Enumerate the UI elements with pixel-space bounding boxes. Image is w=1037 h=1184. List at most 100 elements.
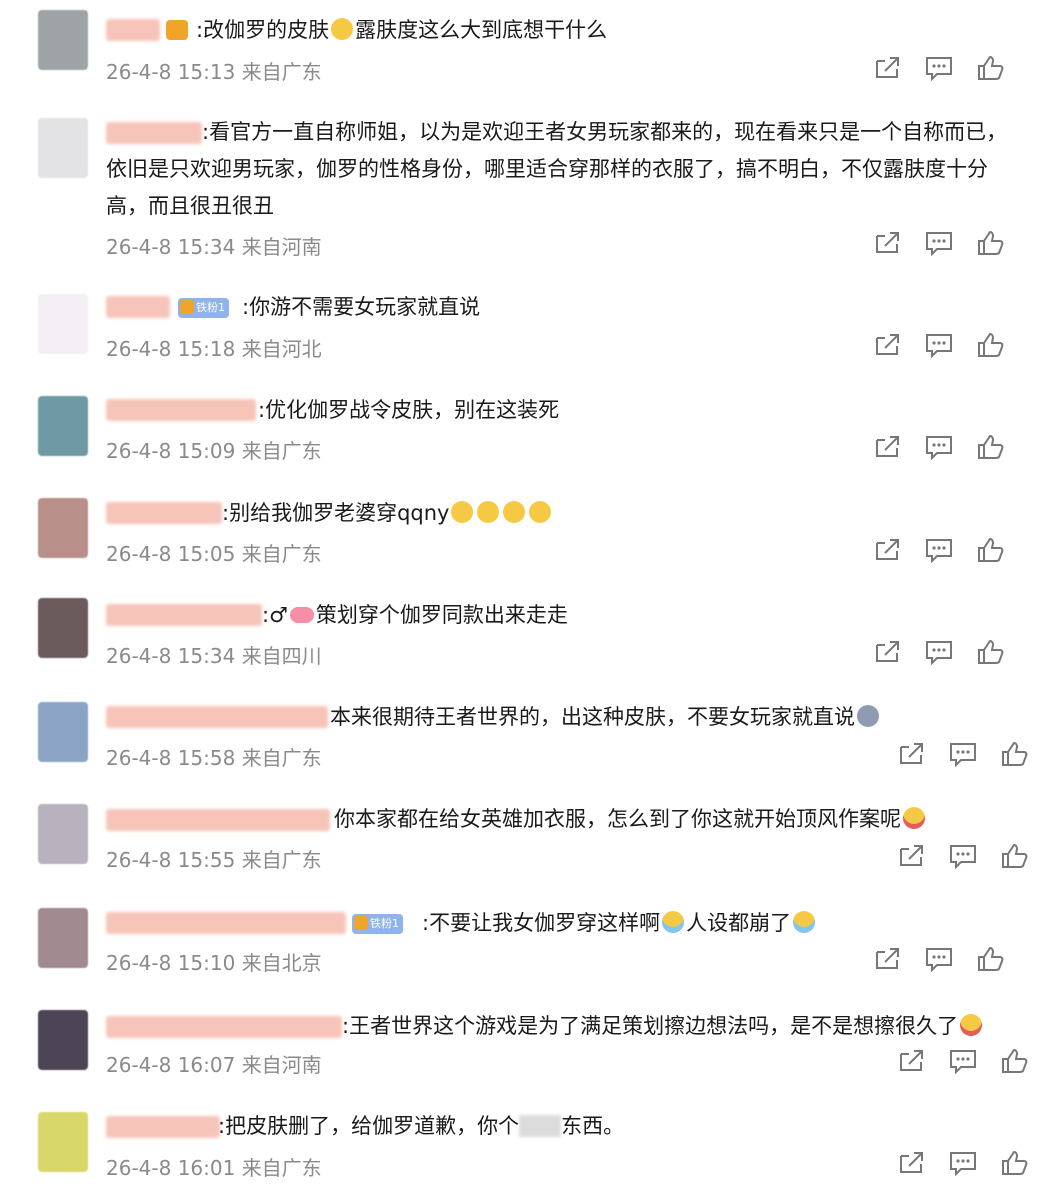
thumbs-up-icon[interactable] — [977, 55, 1005, 81]
comment-text: :看官方一直自称师姐，以为是欢迎王者女男玩家都来的，现在看来只是一个自称而已，依… — [106, 120, 1008, 218]
timestamp: 26-4-8 15:10 — [106, 951, 236, 975]
comment-icon[interactable] — [949, 1150, 977, 1177]
comment-actions — [897, 843, 1029, 870]
comment-meta: 26-4-8 15:58 来自广东 — [106, 742, 322, 771]
username-blurred[interactable] — [106, 296, 170, 318]
username-blurred[interactable] — [106, 604, 262, 626]
timestamp: 26-4-8 15:13 — [106, 60, 236, 84]
comment-actions — [897, 741, 1029, 768]
crying-emoji-icon — [793, 911, 816, 933]
smile-emoji-icon — [503, 501, 526, 523]
comment-item: 你本家都在给女英雄加衣服，怎么到了你这就开始顶风作案呢 26-4-8 15:55… — [0, 792, 1037, 892]
location: 来自河北 — [241, 337, 322, 361]
thumbs-up-icon[interactable] — [977, 332, 1005, 358]
avatar[interactable] — [38, 1010, 88, 1070]
comment-text: 本来很期待王者世界的，出这种皮肤，不要女玩家就直说 — [330, 699, 881, 736]
location: 来自北京 — [241, 951, 322, 975]
share-icon[interactable] — [873, 537, 901, 563]
username-blurred[interactable] — [106, 706, 328, 728]
thumbs-up-icon[interactable] — [977, 434, 1005, 460]
comment-item: 铁粉1 :你游不需要女玩家就直说 26-4-8 15:18 来自河北 4 — [0, 280, 1037, 380]
avatar[interactable] — [38, 498, 88, 558]
location: 来自广东 — [241, 542, 322, 566]
thumbs-up-icon[interactable] — [1001, 1150, 1029, 1176]
comment-icon[interactable] — [925, 639, 953, 666]
comment-icon[interactable] — [925, 55, 953, 82]
comment-icon[interactable] — [925, 537, 953, 564]
location: 来自河南 — [241, 1053, 322, 1077]
share-icon[interactable] — [873, 55, 901, 81]
comment-meta: 26-4-8 15:09 来自广东 — [106, 435, 322, 464]
timestamp: 26-4-8 16:01 — [106, 1156, 236, 1180]
comment-text: :把皮肤删了，给伽罗道歉，你个 东西。 — [218, 1114, 625, 1138]
username-blurred[interactable] — [106, 912, 346, 934]
comment-item: :优化伽罗战令皮肤，别在这装死 26-4-8 15:09 来自广东 3 — [0, 382, 1037, 482]
thumbs-up-icon[interactable] — [977, 639, 1005, 665]
location: 来自广东 — [241, 848, 322, 872]
username-blurred[interactable] — [106, 1016, 342, 1038]
share-icon[interactable] — [873, 639, 901, 665]
comment-meta: 26-4-8 15:13 来自广东 — [106, 56, 322, 85]
timestamp: 26-4-8 15:55 — [106, 848, 236, 872]
share-icon[interactable] — [897, 1048, 925, 1074]
share-icon[interactable] — [873, 434, 901, 460]
thumbs-up-icon[interactable] — [977, 946, 1005, 972]
thumbs-up-icon[interactable] — [1001, 741, 1029, 767]
comment-item: 铁粉1 :不要让我女伽罗穿这样啊 人设都崩了 26-4-8 15:10 来自北京 … — [0, 896, 1037, 996]
share-icon[interactable] — [873, 332, 901, 358]
avatar[interactable] — [38, 294, 88, 354]
avatar[interactable] — [38, 598, 88, 658]
share-icon[interactable] — [873, 946, 901, 972]
username-blurred[interactable] — [106, 502, 222, 524]
comment-icon[interactable] — [925, 434, 953, 461]
comment-icon[interactable] — [949, 741, 977, 768]
avatar[interactable] — [38, 1112, 88, 1172]
vip-crown-icon — [354, 916, 368, 930]
share-icon[interactable] — [897, 843, 925, 869]
username-blurred[interactable] — [106, 1116, 220, 1138]
thumbs-up-icon[interactable] — [977, 230, 1005, 256]
avatar[interactable] — [38, 10, 88, 70]
comment-actions: 2 — [873, 639, 1037, 666]
thumbs-up-icon[interactable] — [977, 537, 1005, 563]
share-icon[interactable] — [897, 741, 925, 767]
comment-actions: 3 — [873, 434, 1037, 461]
comment-icon[interactable] — [949, 1048, 977, 1075]
username-blurred[interactable] — [106, 809, 330, 831]
smile-emoji-icon — [451, 501, 474, 523]
comment-item: :王者世界这个游戏是为了满足策划擦边想法吗，是不是想擦很久了 26-4-8 16… — [0, 998, 1037, 1098]
timestamp: 26-4-8 15:05 — [106, 542, 236, 566]
comment-item: 本来很期待王者世界的，出这种皮肤，不要女玩家就直说 26-4-8 15:58 来… — [0, 690, 1037, 790]
timestamp: 26-4-8 15:09 — [106, 439, 236, 463]
comment-meta: 26-4-8 15:10 来自北京 — [106, 947, 322, 976]
smile-emoji-icon — [529, 501, 552, 523]
fan-badge: 铁粉1 — [178, 298, 229, 318]
share-icon[interactable] — [897, 1150, 925, 1176]
crying-emoji-icon — [662, 911, 685, 933]
thumbs-up-icon[interactable] — [1001, 843, 1029, 869]
comment-icon[interactable] — [925, 332, 953, 359]
avatar[interactable] — [38, 702, 88, 762]
username-blurred[interactable] — [106, 399, 256, 421]
comment-item: :改伽罗的皮肤露肤度这么大到底想干什么 26-4-8 15:13 来自广东 6 — [0, 0, 1037, 100]
comment-icon[interactable] — [925, 946, 953, 973]
timestamp: 26-4-8 15:18 — [106, 337, 236, 361]
vip-crown-icon — [180, 300, 194, 314]
avatar[interactable] — [38, 118, 88, 178]
share-icon[interactable] — [873, 230, 901, 256]
comment-text: :你游不需要女玩家就直说 — [242, 295, 481, 319]
fan-badge: 铁粉1 — [352, 914, 403, 934]
comment-item: :看官方一直自称师姐，以为是欢迎王者女男玩家都来的，现在看来只是一个自称而已，依… — [0, 100, 1037, 270]
comment-meta: 26-4-8 15:55 来自广东 — [106, 844, 322, 873]
husky-emoji-icon — [857, 705, 879, 727]
comment-icon[interactable] — [949, 843, 977, 870]
location: 来自广东 — [241, 746, 322, 770]
avatar[interactable] — [38, 804, 88, 864]
comment-icon[interactable] — [925, 230, 953, 257]
thumbs-up-icon[interactable] — [1001, 1048, 1029, 1074]
rolling-laugh-emoji-icon — [960, 1014, 983, 1036]
avatar[interactable] — [38, 908, 88, 968]
avatar[interactable] — [38, 396, 88, 456]
username-blurred[interactable] — [106, 19, 160, 41]
vip-crown-icon — [166, 20, 188, 40]
